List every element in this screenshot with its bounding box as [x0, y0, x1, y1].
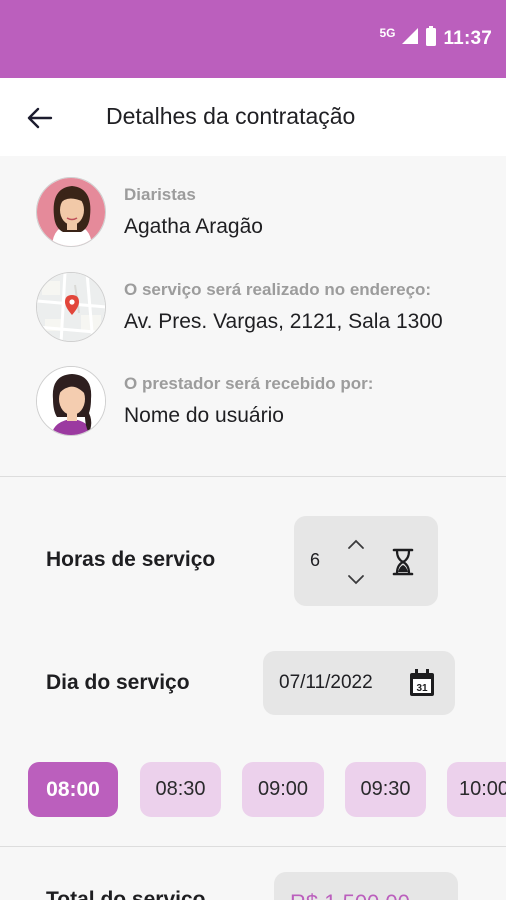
date-label: Dia do serviço	[46, 671, 190, 694]
hours-value: 6	[310, 550, 321, 570]
receiver-avatar	[36, 366, 106, 436]
chevron-down-icon	[348, 575, 364, 585]
divider	[0, 476, 506, 477]
calendar-day-text: 31	[416, 683, 428, 694]
map-thumbnail	[36, 272, 106, 342]
hours-increment-button[interactable]	[344, 534, 368, 554]
hours-label: Horas de serviço	[46, 548, 216, 571]
time-slot-0800[interactable]: 08:00	[28, 762, 118, 817]
receiver-label: O prestador será recebido por:	[124, 374, 374, 393]
provider-name: Agatha Aragão	[124, 215, 263, 238]
provider-info: Diaristas Agatha Aragão	[124, 185, 263, 239]
provider-row: Diaristas Agatha Aragão	[36, 177, 263, 247]
total-field: R$ 1.500,00	[274, 872, 458, 900]
hours-decrement-button[interactable]	[344, 570, 368, 590]
time-slot-0930[interactable]: 09:30	[345, 762, 426, 817]
arrow-left-icon	[27, 107, 53, 129]
time-slot-0830[interactable]: 08:30	[140, 762, 221, 817]
divider	[0, 846, 506, 847]
address-row: O serviço será realizado no endereço: Av…	[36, 272, 443, 342]
total-value: R$ 1.500,00	[290, 890, 410, 900]
page-title: Detalhes da contratação	[106, 103, 356, 129]
total-label: Total do serviço	[46, 888, 206, 900]
app-bar: Detalhes da contratação	[0, 78, 506, 156]
address-info: O serviço será realizado no endereço: Av…	[124, 280, 443, 334]
address-value: Av. Pres. Vargas, 2121, Sala 1300	[124, 310, 443, 333]
provider-avatar	[36, 177, 106, 247]
receiver-info: O prestador será recebido por: Nome do u…	[124, 374, 373, 428]
clock: 11:37	[443, 27, 492, 49]
signal-icon	[401, 27, 419, 50]
back-button[interactable]	[24, 102, 56, 134]
hourglass-icon	[392, 548, 414, 581]
time-slot-0900[interactable]: 09:00	[242, 762, 324, 817]
chevron-up-icon	[348, 539, 364, 549]
time-slot-1000[interactable]: 10:00	[447, 762, 506, 817]
receiver-row: O prestador será recebido por: Nome do u…	[36, 366, 373, 436]
date-field[interactable]: 07/11/2022 31	[263, 651, 455, 715]
provider-label: Diaristas	[124, 185, 196, 204]
hours-stepper[interactable]: 6	[294, 516, 438, 606]
receiver-value: Nome do usuário	[124, 404, 284, 427]
calendar-icon[interactable]: 31	[409, 669, 435, 702]
date-value: 07/11/2022	[279, 672, 373, 693]
network-type: 5G	[379, 25, 396, 40]
battery-icon	[425, 26, 437, 51]
status-icons: 5G 11:37	[379, 26, 492, 51]
address-label: O serviço será realizado no endereço:	[124, 280, 432, 299]
status-bar: 5G 11:37	[0, 0, 506, 78]
